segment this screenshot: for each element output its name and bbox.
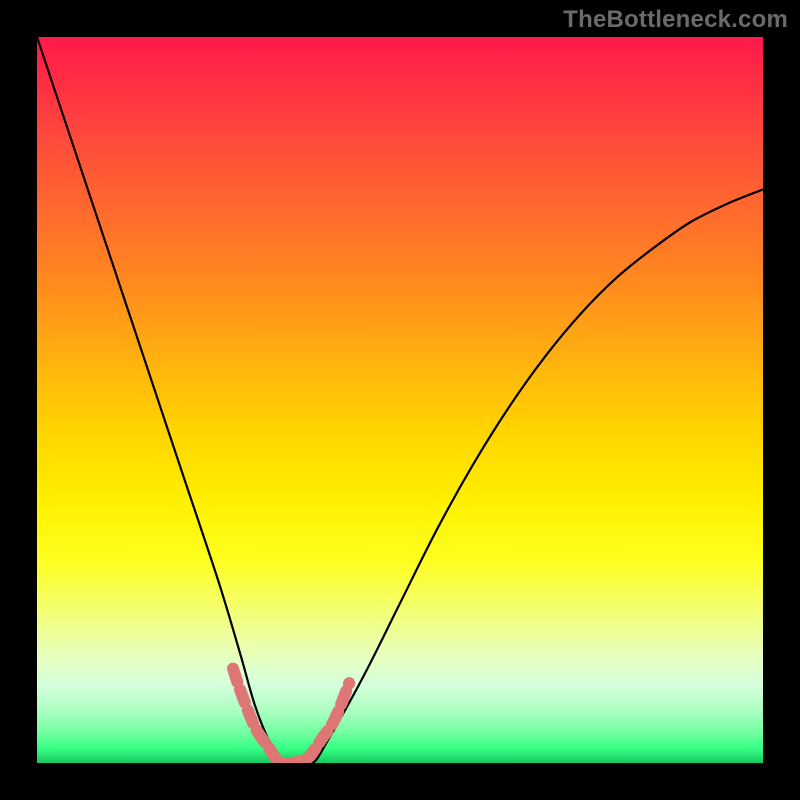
highlight-segment-line bbox=[233, 669, 349, 763]
bottleneck-curve-line bbox=[37, 37, 763, 763]
plot-area bbox=[37, 37, 763, 763]
watermark-text: TheBottleneck.com bbox=[563, 6, 788, 34]
chart-svg bbox=[37, 37, 763, 763]
chart-frame: TheBottleneck.com bbox=[0, 0, 800, 800]
